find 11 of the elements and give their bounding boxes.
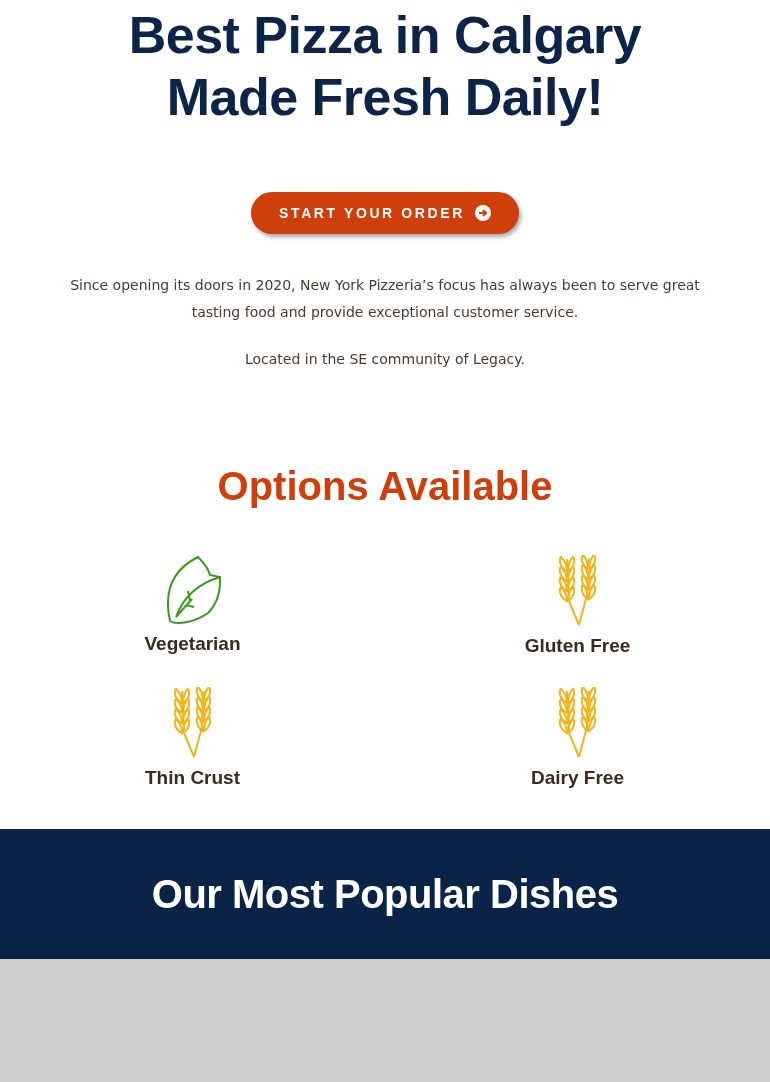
intro-paragraph: Located in the SE community of Legacy. <box>244 350 526 369</box>
option-label: Vegetarian <box>144 633 241 655</box>
option-label: Thin Crust <box>145 767 240 789</box>
popular-heading: Our Most Popular Dishes <box>151 871 619 917</box>
hero-title: Best Pizza in Calgary Made Fresh Daily! <box>128 5 642 128</box>
options-heading: Options Available <box>216 463 554 510</box>
intro-paragraph: Since opening its doors in 2020, New York Pizzeria’s focus has always been to serve great tasting food and provide exceptional customer service. <box>69 276 701 322</box>
arrow-circle-icon <box>474 205 491 221</box>
option-label: Dairy Free <box>531 767 624 789</box>
start-order-button[interactable]: START YOUR ORDER <box>251 192 519 234</box>
option-label: Gluten Free <box>524 635 631 657</box>
